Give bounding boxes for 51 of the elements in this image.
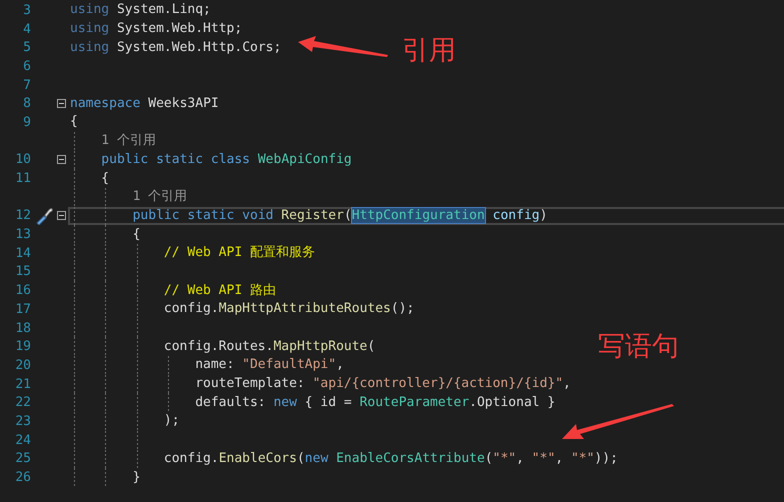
collapse-icon[interactable]	[57, 211, 66, 220]
line-number: 25	[14, 451, 31, 466]
code-line: config.MapHttpAttributeRoutes();	[164, 301, 414, 318]
reference-count-link[interactable]: 1 个引用	[132, 189, 188, 206]
line-number: 3	[22, 2, 31, 18]
annotation-label: 引用	[402, 34, 456, 68]
code-line: using System.Web.Http.Cors;	[70, 40, 282, 56]
code-line: config.EnableCors(new EnableCorsAttribute("*", "*", "*"));	[164, 450, 618, 467]
code-line: // Web API 路由	[164, 282, 276, 299]
line-number: 16	[14, 283, 31, 298]
line-number: 24	[14, 432, 31, 448]
code-line: }	[132, 470, 140, 486]
code-line: public static void Register(HttpConfiguration config)	[132, 208, 548, 224]
line-number: 22	[14, 395, 31, 410]
line-number: 8	[22, 96, 31, 112]
line-number: 9	[22, 114, 31, 130]
line-number: 15	[14, 264, 31, 280]
collapse-icon[interactable]	[57, 155, 66, 164]
line-number: 19	[14, 339, 31, 354]
screwdriver-icon[interactable]	[35, 206, 53, 225]
code-line: config.Routes.MapHttpRoute(	[164, 338, 376, 355]
code-line: using System.Linq;	[70, 2, 211, 18]
annotation-label: 写语句	[598, 330, 679, 364]
line-number: 21	[14, 376, 31, 392]
line-number: 7	[22, 78, 31, 93]
code-line: name: "DefaultApi",	[195, 357, 344, 374]
line-number: 6	[22, 58, 31, 74]
code-line: using System.Web.Http;	[70, 21, 242, 38]
reference-count-link[interactable]: 1 个引用	[101, 133, 156, 150]
code-line: );	[164, 413, 180, 430]
code-line: routeTemplate: "api/{controller}/{action}/{id}",	[195, 376, 571, 392]
code-line: namespace Weeks3API	[70, 96, 219, 112]
code-line: public static class WebApiConfig	[101, 152, 352, 168]
line-number: 20	[14, 358, 31, 373]
code-line: {	[101, 170, 110, 187]
line-number: 5	[22, 40, 31, 56]
line-number: 17	[14, 302, 31, 317]
line-number: 26	[14, 470, 31, 486]
line-number: 10	[14, 152, 31, 168]
line-number: 18	[14, 320, 31, 336]
code-line: // Web API 配置和服务	[164, 245, 315, 262]
code-line: {	[70, 114, 78, 130]
code-line: defaults: new { id = RouteParameter.Optional }	[195, 394, 556, 411]
collapse-icon[interactable]	[57, 99, 66, 108]
line-number: 4	[22, 22, 31, 37]
line-number: 11	[14, 171, 31, 186]
line-number: 12	[14, 208, 31, 224]
line-number: 13	[14, 227, 31, 242]
line-number: 23	[14, 414, 31, 429]
line-number: 14	[14, 246, 31, 261]
code-line: {	[132, 226, 140, 243]
